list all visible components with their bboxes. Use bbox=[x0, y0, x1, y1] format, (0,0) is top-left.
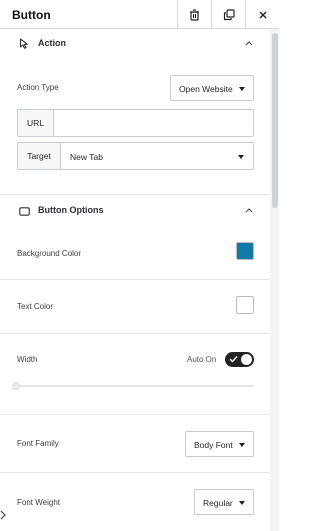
check-icon bbox=[229, 356, 238, 363]
width-slider-handle[interactable] bbox=[12, 382, 20, 390]
font-family-value: Body Font bbox=[194, 440, 233, 450]
target-value: New Tab bbox=[70, 152, 103, 162]
action-section-header[interactable]: Action bbox=[0, 30, 270, 58]
chevron-down-icon bbox=[238, 155, 244, 159]
action-type-value: Open Website bbox=[179, 84, 233, 94]
close-button[interactable] bbox=[245, 0, 279, 29]
panel-content: Action Action Type Open Website URL Targ… bbox=[0, 29, 270, 531]
button-options-title: Button Options bbox=[38, 205, 104, 215]
chevron-down-icon bbox=[239, 501, 245, 505]
width-slider-track[interactable] bbox=[17, 385, 254, 387]
chevron-up-icon bbox=[245, 41, 253, 46]
section-divider bbox=[0, 194, 270, 195]
duplicate-button[interactable] bbox=[211, 0, 245, 29]
delete-button[interactable] bbox=[177, 0, 211, 29]
background-color-label: Background Color bbox=[17, 249, 82, 258]
action-type-select[interactable]: Open Website bbox=[170, 75, 254, 101]
font-weight-label: Font Weight bbox=[17, 498, 60, 507]
font-weight-select[interactable]: Regular bbox=[194, 489, 254, 515]
url-field[interactable]: URL bbox=[17, 109, 254, 137]
font-weight-value: Regular bbox=[203, 498, 233, 508]
button-outline-icon bbox=[19, 207, 30, 216]
auto-on-label: Auto On bbox=[187, 355, 217, 364]
width-label: Width bbox=[17, 355, 38, 364]
button-options-section-header[interactable]: Button Options bbox=[0, 197, 270, 225]
chevron-down-icon bbox=[239, 443, 245, 447]
font-family-label: Font Family bbox=[17, 439, 59, 448]
auto-width-toggle[interactable] bbox=[225, 352, 254, 367]
row-divider bbox=[0, 279, 270, 280]
trash-icon bbox=[190, 8, 199, 21]
row-divider bbox=[0, 333, 270, 334]
chevron-up-icon bbox=[245, 208, 253, 213]
text-color-label: Text Color bbox=[17, 302, 54, 311]
scrollbar-thumb[interactable] bbox=[272, 33, 278, 208]
font-family-select[interactable]: Body Font bbox=[185, 431, 254, 457]
row-divider bbox=[0, 472, 270, 473]
header-actions bbox=[177, 0, 279, 29]
panel-header: Button bbox=[0, 0, 279, 29]
chevron-down-icon bbox=[239, 87, 245, 91]
action-type-label: Action Type bbox=[17, 83, 59, 92]
toggle-knob bbox=[241, 354, 252, 365]
chevron-right-icon[interactable] bbox=[0, 510, 8, 520]
url-addon: URL bbox=[18, 110, 54, 136]
target-select[interactable]: Target New Tab bbox=[17, 142, 254, 170]
text-color-swatch[interactable] bbox=[236, 296, 254, 314]
cursor-icon bbox=[19, 38, 28, 49]
row-divider bbox=[0, 414, 270, 415]
panel-title: Button bbox=[12, 8, 51, 22]
button-settings-panel: Button Action Action Type Open Website U… bbox=[0, 0, 279, 531]
copy-icon bbox=[223, 8, 235, 20]
action-section-title: Action bbox=[38, 38, 66, 48]
target-addon: Target bbox=[18, 143, 61, 169]
background-color-swatch[interactable] bbox=[236, 242, 254, 260]
close-icon bbox=[259, 11, 266, 18]
